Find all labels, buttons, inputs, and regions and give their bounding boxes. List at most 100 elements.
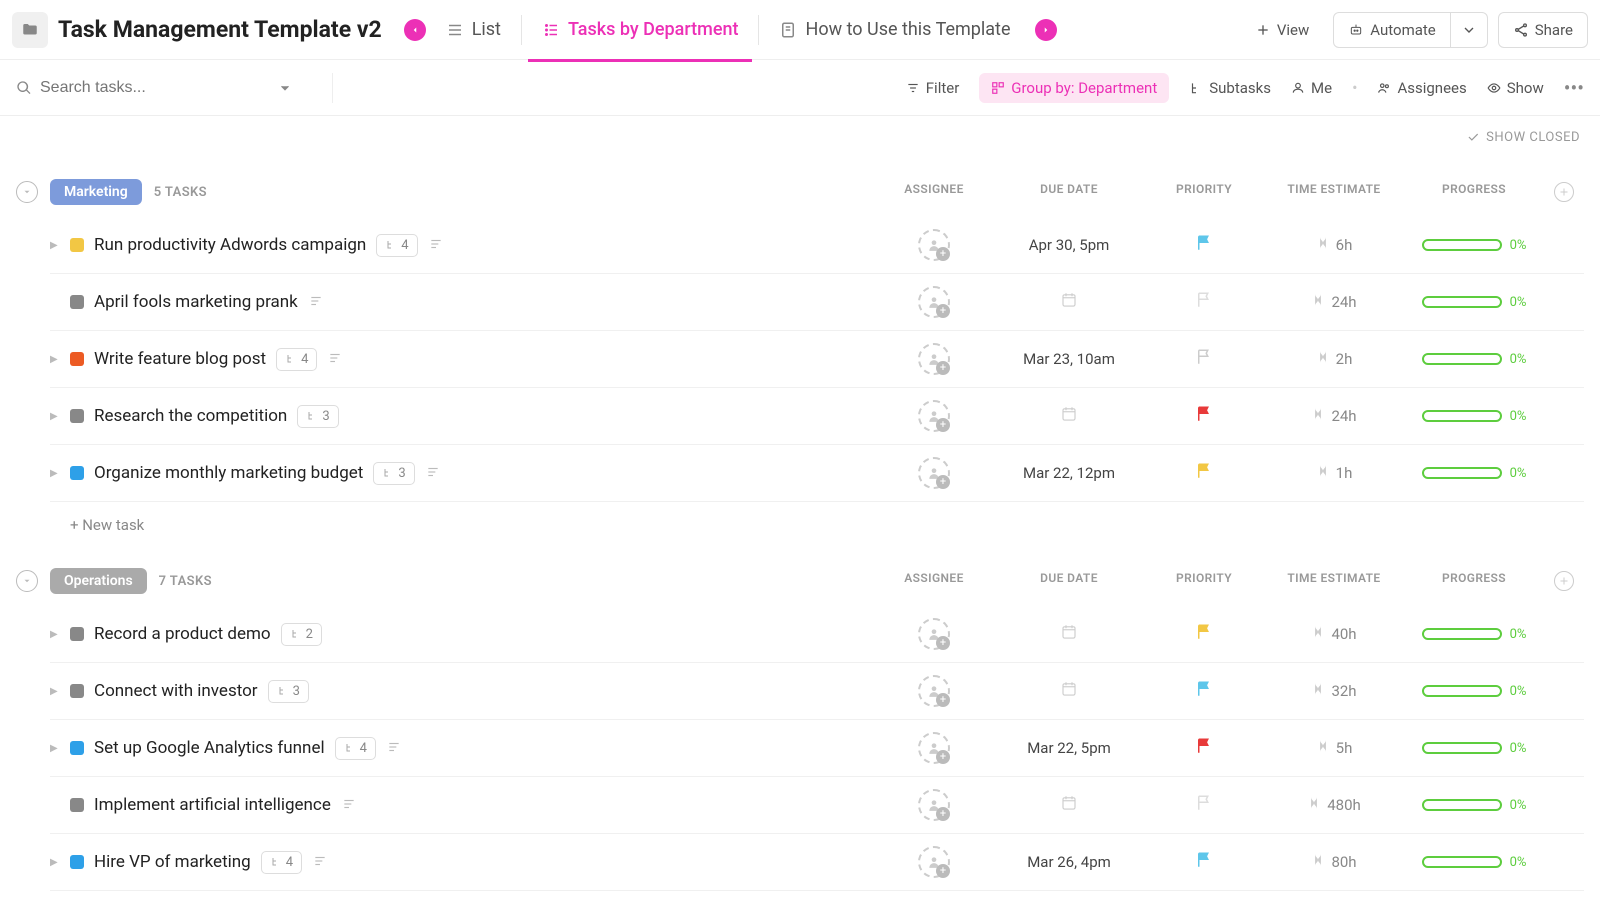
expand-arrow-icon[interactable]: ▶ <box>50 468 60 479</box>
task-row[interactable]: ▶Connect with investor332h0% <box>50 663 1584 720</box>
priority-flag-icon[interactable] <box>1195 234 1213 256</box>
description-icon[interactable] <box>327 350 343 369</box>
task-row[interactable]: ▶Run productivity Adwords campaign4Apr 3… <box>50 217 1584 274</box>
assignee-placeholder[interactable] <box>918 732 950 764</box>
task-row[interactable]: Implement artificial intelligence480h0% <box>50 777 1584 834</box>
priority-flag-icon[interactable] <box>1195 348 1213 370</box>
show-button[interactable]: Show <box>1487 79 1544 97</box>
progress-bar[interactable] <box>1422 296 1502 308</box>
search-input[interactable] <box>40 79 240 97</box>
time-estimate[interactable]: 2h <box>1336 350 1353 368</box>
group-by-button[interactable]: Group by: Department <box>979 73 1169 103</box>
progress-bar[interactable] <box>1422 685 1502 697</box>
tab-list[interactable]: List <box>432 11 515 48</box>
due-date[interactable]: Apr 30, 5pm <box>1029 236 1110 254</box>
task-name[interactable]: Write feature blog post <box>94 349 266 369</box>
status-box[interactable] <box>70 684 84 698</box>
chevron-down-icon[interactable] <box>278 80 292 96</box>
task-name[interactable]: Record a product demo <box>94 624 271 644</box>
subtask-count[interactable]: 4 <box>276 348 317 371</box>
assignee-placeholder[interactable] <box>918 846 950 878</box>
status-box[interactable] <box>70 741 84 755</box>
assignee-placeholder[interactable] <box>918 675 950 707</box>
collapse-group-button[interactable] <box>16 570 38 592</box>
status-box[interactable] <box>70 295 84 309</box>
progress-bar[interactable] <box>1422 239 1502 251</box>
time-estimate[interactable]: 1h <box>1336 464 1353 482</box>
progress-bar[interactable] <box>1422 742 1502 754</box>
progress-bar[interactable] <box>1422 628 1502 640</box>
group-badge[interactable]: Operations <box>50 568 147 594</box>
time-estimate[interactable]: 480h <box>1327 796 1361 814</box>
subtask-count[interactable]: 4 <box>261 851 302 874</box>
col-progress[interactable]: PROGRESS <box>1404 182 1544 202</box>
progress-bar[interactable] <box>1422 799 1502 811</box>
add-column-button[interactable] <box>1554 182 1574 202</box>
col-time-estimate[interactable]: TIME ESTIMATE <box>1264 182 1404 202</box>
description-icon[interactable] <box>386 739 402 758</box>
folder-icon[interactable] <box>12 12 48 48</box>
me-button[interactable]: Me <box>1291 79 1332 97</box>
time-estimate[interactable]: 5h <box>1336 739 1353 757</box>
expand-arrow-icon[interactable]: ▶ <box>50 629 60 640</box>
task-row[interactable]: ▶Set up Google Analytics funnel4Mar 22, … <box>50 720 1584 777</box>
assignee-placeholder[interactable] <box>918 618 950 650</box>
progress-bar[interactable] <box>1422 353 1502 365</box>
col-progress[interactable]: PROGRESS <box>1404 571 1544 591</box>
collapse-group-button[interactable] <box>16 181 38 203</box>
task-row[interactable]: ▶Organize monthly marketing budget3Mar 2… <box>50 445 1584 502</box>
due-date[interactable]: Mar 22, 12pm <box>1023 464 1115 482</box>
description-icon[interactable] <box>308 293 324 312</box>
assignee-placeholder[interactable] <box>918 789 950 821</box>
progress-bar[interactable] <box>1422 467 1502 479</box>
calendar-icon[interactable] <box>1060 623 1078 645</box>
new-task-button[interactable]: + New task <box>16 502 1584 548</box>
task-name[interactable]: April fools marketing prank <box>94 292 298 312</box>
task-name[interactable]: Organize monthly marketing budget <box>94 463 363 483</box>
task-name[interactable]: Connect with investor <box>94 681 258 701</box>
subtask-count[interactable]: 2 <box>281 623 322 646</box>
status-box[interactable] <box>70 798 84 812</box>
calendar-icon[interactable] <box>1060 405 1078 427</box>
status-box[interactable] <box>70 352 84 366</box>
task-name[interactable]: Run productivity Adwords campaign <box>94 235 366 255</box>
due-date[interactable]: Mar 22, 5pm <box>1027 739 1111 757</box>
expand-arrow-icon[interactable]: ▶ <box>50 240 60 251</box>
col-priority[interactable]: PRIORITY <box>1144 182 1264 202</box>
status-box[interactable] <box>70 238 84 252</box>
assignee-placeholder[interactable] <box>918 286 950 318</box>
calendar-icon[interactable] <box>1060 291 1078 313</box>
subtask-count[interactable]: 3 <box>297 405 338 428</box>
expand-arrow-icon[interactable]: ▶ <box>50 354 60 365</box>
time-estimate[interactable]: 24h <box>1331 407 1356 425</box>
status-box[interactable] <box>70 409 84 423</box>
nav-prev-button[interactable] <box>404 19 426 41</box>
due-date[interactable]: Mar 23, 10am <box>1023 350 1115 368</box>
time-estimate[interactable]: 32h <box>1331 682 1356 700</box>
expand-arrow-icon[interactable]: ▶ <box>50 686 60 697</box>
col-time-estimate[interactable]: TIME ESTIMATE <box>1264 571 1404 591</box>
group-badge[interactable]: Marketing <box>50 179 142 205</box>
progress-bar[interactable] <box>1422 410 1502 422</box>
task-name[interactable]: Hire VP of marketing <box>94 852 251 872</box>
priority-flag-icon[interactable] <box>1195 851 1213 873</box>
priority-flag-icon[interactable] <box>1195 462 1213 484</box>
expand-arrow-icon[interactable]: ▶ <box>50 857 60 868</box>
status-box[interactable] <box>70 627 84 641</box>
priority-flag-icon[interactable] <box>1195 623 1213 645</box>
progress-bar[interactable] <box>1422 856 1502 868</box>
priority-flag-icon[interactable] <box>1195 737 1213 759</box>
filter-button[interactable]: Filter <box>906 79 960 97</box>
priority-flag-icon[interactable] <box>1195 291 1213 313</box>
nav-next-button[interactable] <box>1035 19 1057 41</box>
expand-arrow-icon[interactable]: ▶ <box>50 743 60 754</box>
subtasks-button[interactable]: Subtasks <box>1189 79 1271 97</box>
status-box[interactable] <box>70 855 84 869</box>
page-title[interactable]: Task Management Template v2 <box>58 16 382 43</box>
description-icon[interactable] <box>341 796 357 815</box>
col-due-date[interactable]: DUE DATE <box>994 182 1144 202</box>
calendar-icon[interactable] <box>1060 680 1078 702</box>
subtask-count[interactable]: 3 <box>268 680 309 703</box>
task-name[interactable]: Set up Google Analytics funnel <box>94 738 325 758</box>
tab-tasks-by-department[interactable]: Tasks by Department <box>528 11 753 48</box>
